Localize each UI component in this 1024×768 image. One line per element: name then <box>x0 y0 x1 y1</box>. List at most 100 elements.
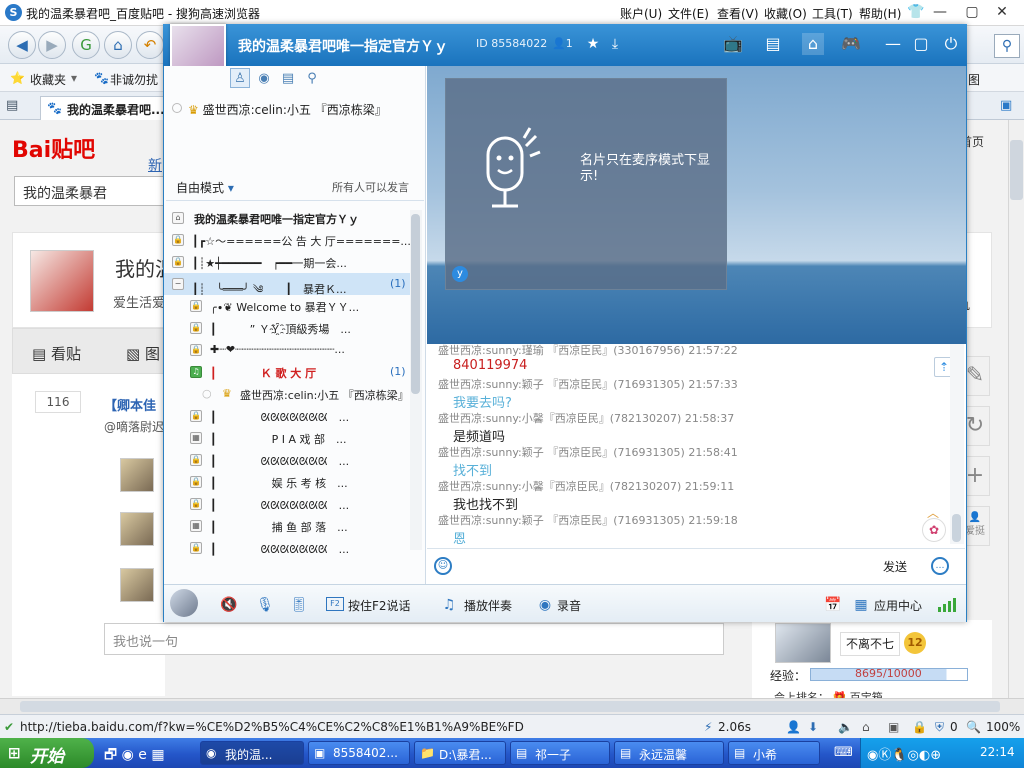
location-icon[interactable]: ◉ <box>254 68 274 88</box>
menu-favorites[interactable]: 收藏(O) <box>764 5 807 22</box>
skin-icon[interactable]: 👕 <box>906 3 926 21</box>
thread-title[interactable]: 【卿本佳 <box>104 395 156 414</box>
refresh-icon[interactable]: G <box>72 31 100 59</box>
menu-help[interactable]: 帮助(H) <box>859 5 901 22</box>
reply-input[interactable]: 我也说一句 <box>104 623 724 655</box>
flower-icon[interactable]: ✿ <box>922 518 946 542</box>
gamepad-icon[interactable]: 🎮 <box>840 33 862 55</box>
start-button[interactable]: ⊞ 开始 <box>0 738 94 768</box>
hscroll-thumb[interactable] <box>20 701 1000 712</box>
task-chat-2[interactable]: ▤ 永远温馨 <box>614 741 724 765</box>
power-icon[interactable]: ⏻ <box>940 33 962 55</box>
quicklaunch-icons[interactable]: 🗗 ◉ e ▦ <box>104 744 165 768</box>
push-to-talk-button[interactable]: 按住F2说话 <box>348 597 411 614</box>
undo-icon[interactable]: ↶ <box>136 31 164 59</box>
clock[interactable]: 22:14 <box>980 745 1015 759</box>
channel-scroll-thumb[interactable] <box>411 214 420 394</box>
calendar-icon[interactable]: 📅 <box>824 596 842 614</box>
restore-button[interactable]: ▢ <box>962 3 982 21</box>
mic-user[interactable]: ♛ 盛世西凉:celin:小五 『西凉栋梁』 <box>188 101 387 118</box>
channel-item[interactable]: ▦ ┃ P I A 戏 部 ... <box>164 427 410 449</box>
chat-message-meta[interactable]: 盛世西凉:sunny:小馨『西凉臣民』(782130207) 21:59:11 <box>438 478 734 494</box>
bookmark-snippet[interactable]: 图 <box>968 71 980 88</box>
new-link[interactable]: 新 <box>148 155 162 175</box>
task-chat-1[interactable]: ▤ 祁一子 <box>510 741 610 765</box>
channel-item[interactable]: 🔒 ┃ ᘡᘡᘡᘡᘡᘡᘡ ... <box>164 537 410 559</box>
thread-thumbnail[interactable] <box>120 458 154 492</box>
channel-item[interactable]: ○ ♛ 盛世西凉:celin:小五 『西凉栋梁』 <box>164 383 410 405</box>
chat-message-meta[interactable]: 盛世西凉:sunny:颖子 『西凉臣民』(716931305) 21:59:18 <box>438 512 738 528</box>
channel-item[interactable]: 🔒 ┃┏☆～======公 告 大 厅=======... <box>164 229 410 251</box>
mic-mute-icon[interactable]: 🎙 <box>256 596 274 614</box>
channel-item[interactable]: 🔒 ┃ ᘡᘡᘡᘡᘡᘡᘡ ... <box>164 405 410 427</box>
favorites-star-icon[interactable]: ⭐ <box>10 71 25 85</box>
list-icon[interactable]: ▤ <box>762 33 784 55</box>
tab-images[interactable]: ▧ 图 <box>126 343 160 364</box>
home-icon[interactable]: ⌂ <box>104 31 132 59</box>
channel-item[interactable]: 🔒 ┃ ” ＹＹ҈頂級秀場 ... <box>164 317 410 339</box>
search-icon[interactable]: ⚲ <box>302 68 322 88</box>
channel-item[interactable]: 🔒 ╭∙❦ Welcome to 暴君ＹＹ... <box>164 295 410 317</box>
tab-kantie[interactable]: ▤ 看贴 <box>32 343 81 364</box>
bookmark-favorites[interactable]: 收藏夹 <box>30 71 66 88</box>
menu-tools[interactable]: 工具(T) <box>812 5 853 22</box>
page-horizontal-scrollbar[interactable] <box>0 698 1024 714</box>
baidu-tieba-logo[interactable]: Bai贴吧 <box>12 132 95 164</box>
mode-select[interactable]: 自由模式 ▾ <box>176 179 234 196</box>
volume-icon[interactable]: 🔈 <box>838 720 853 734</box>
channel-item[interactable]: 🔒 ✚┈❤┈┈┈┈┈┈┈┈┈┈┈┈┈┈┈... <box>164 339 410 361</box>
tray-icons[interactable]: ◉Ⓚ🐧◎◐⊕ <box>867 744 941 763</box>
emoji-icon[interactable]: ☺ <box>434 557 452 575</box>
zoom-icon[interactable]: 🔍 <box>966 720 981 734</box>
my-avatar[interactable] <box>170 589 198 617</box>
speaker-mute-icon[interactable]: 🔇 <box>220 596 238 614</box>
channel-item[interactable]: − ┃┊ ╰═══╯ ༄ ┃ 暴君Ｋ... (1) <box>164 273 410 295</box>
chat-scroll-thumb[interactable] <box>952 514 961 542</box>
send-button[interactable]: 发送 <box>883 558 907 575</box>
download-icon[interactable]: ⬇ <box>808 720 818 734</box>
thread-thumbnail[interactable] <box>120 512 154 546</box>
tab-right-icon[interactable]: ▣ <box>1000 98 1012 113</box>
minimize-button[interactable]: — <box>882 33 904 55</box>
scroll-thumb[interactable] <box>1010 140 1023 200</box>
task-folder[interactable]: 📁 D:\暴君... <box>414 741 506 765</box>
download-icon[interactable]: ⤓ <box>604 33 626 55</box>
app-center-button[interactable]: 应用中心 <box>874 597 922 614</box>
back-button[interactable]: ◀ <box>8 31 36 59</box>
forum-avatar[interactable] <box>30 250 94 312</box>
menu-account[interactable]: 账户(U) <box>620 5 662 22</box>
search-icon[interactable]: ⚲ <box>994 34 1020 58</box>
chat-scrollbar[interactable] <box>950 344 964 544</box>
chat-bubble-icon[interactable]: … <box>931 557 949 575</box>
user-name[interactable]: 不离不七 <box>840 632 900 656</box>
page-vertical-scrollbar[interactable] <box>1008 120 1024 698</box>
chevron-down-icon[interactable]: ▾ <box>71 71 77 85</box>
channel-item[interactable]: 🔒 ┃ ᘡᘡᘡᘡᘡᘡᘡ ... <box>164 449 410 471</box>
keyboard-icon[interactable]: ⌨ <box>834 745 853 760</box>
forward-button[interactable]: ▶ <box>38 31 66 59</box>
record-button[interactable]: 录音 <box>557 597 581 614</box>
minimize-button[interactable]: — <box>930 3 950 21</box>
task-yy[interactable]: ▣ 8558402... <box>308 741 410 765</box>
chat-message-meta[interactable]: 盛世西凉:sunny:瑾瑜 『西凉臣民』(330167956) 21:57:22 <box>438 342 738 358</box>
window-icon[interactable]: ▣ <box>888 720 899 734</box>
thread-author[interactable]: @嘀落尉迟 <box>104 418 164 435</box>
channel-item[interactable]: ▦ ┃ 捕 鱼 部 落 ... <box>164 515 410 537</box>
tab-list-icon[interactable]: ▤ <box>6 98 18 113</box>
radio-dot[interactable] <box>172 103 182 113</box>
play-accompaniment-button[interactable]: 播放伴奏 <box>464 597 512 614</box>
lock-icon[interactable]: 🔒 <box>912 720 927 734</box>
users-icon[interactable]: ♙ <box>230 68 250 88</box>
maximize-button[interactable]: ▢ <box>910 33 932 55</box>
channel-item[interactable]: 🔒 ┃┊★┿━━━━━━ ┍━━一期一会... <box>164 251 410 273</box>
menu-view[interactable]: 查看(V) <box>717 5 759 22</box>
tv-icon[interactable]: 📺 <box>722 33 744 55</box>
close-button[interactable]: ✕ <box>992 3 1012 21</box>
channel-item[interactable]: ⌂ 我的温柔暴君吧唯一指定官方Ｙｙ <box>164 207 410 229</box>
star-icon[interactable]: ★ <box>582 33 604 55</box>
notes-icon[interactable]: ▤ <box>278 68 298 88</box>
user-avatar[interactable] <box>775 623 831 663</box>
equalizer-icon[interactable]: 🎚 <box>290 596 308 614</box>
chat-message-meta[interactable]: 盛世西凉:sunny:颖子 『西凉臣民』(716931305) 21:57:33 <box>438 376 738 392</box>
zoom-level[interactable]: 100% <box>986 720 1020 734</box>
